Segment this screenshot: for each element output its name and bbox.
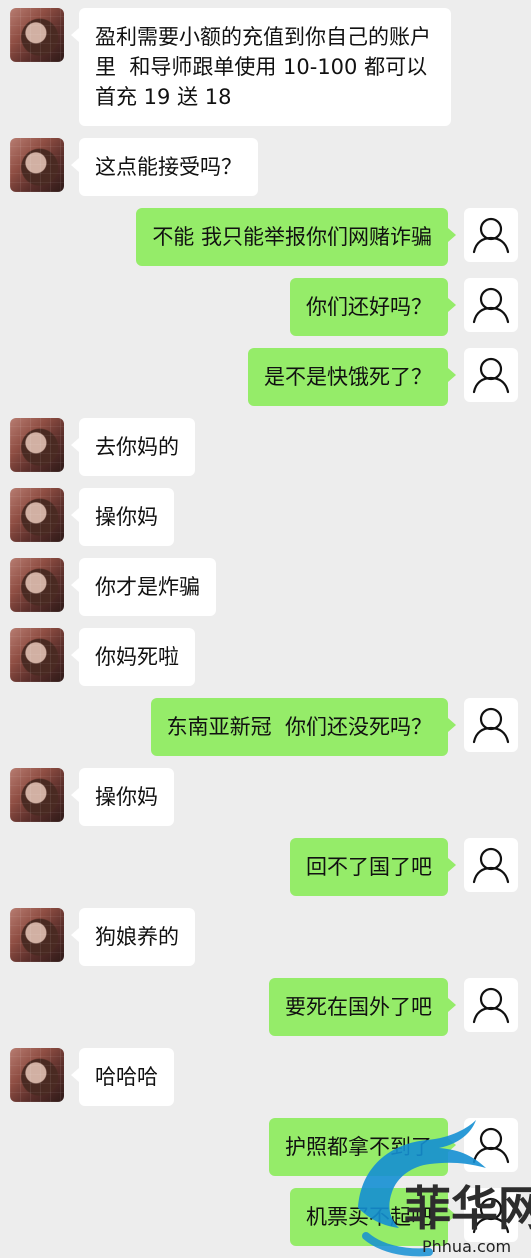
contact-avatar[interactable] — [10, 628, 64, 682]
outgoing-message-bubble[interactable]: 东南亚新冠 你们还没死吗？ — [150, 698, 457, 756]
user-avatar[interactable] — [464, 278, 518, 332]
default-user-icon — [472, 217, 510, 254]
outgoing-message-bubble[interactable]: 你们还好吗？ — [290, 278, 456, 336]
incoming-message-bubble[interactable]: 你妈死啦 — [71, 628, 195, 686]
outgoing-message-bubble[interactable]: 是不是快饿死了？ — [248, 348, 456, 406]
outgoing-message-bubble[interactable]: 回不了国了吧 — [290, 838, 456, 896]
incoming-message-bubble[interactable]: 操你妈 — [71, 488, 174, 546]
outgoing-message-bubble[interactable]: 护照都拿不到了 — [269, 1118, 456, 1176]
default-user-icon — [472, 707, 510, 744]
contact-avatar[interactable] — [10, 768, 64, 822]
default-user-icon — [472, 1127, 510, 1164]
incoming-message-bubble[interactable]: 这点能接受吗？ — [71, 138, 258, 196]
contact-avatar[interactable] — [10, 1048, 64, 1102]
user-avatar[interactable] — [464, 838, 518, 892]
default-user-icon — [472, 287, 510, 324]
default-user-icon — [472, 847, 510, 884]
contact-avatar[interactable] — [10, 908, 64, 962]
chat-area[interactable]: 盈利需要小额的充值到你自己的账户里 和导师跟单使用 10-100 都可以 首充 … — [0, 0, 531, 1258]
incoming-message-bubble[interactable]: 哈哈哈 — [71, 1048, 174, 1106]
contact-avatar[interactable] — [10, 558, 64, 612]
incoming-message-bubble[interactable]: 盈利需要小额的充值到你自己的账户里 和导师跟单使用 10-100 都可以 首充 … — [71, 8, 451, 126]
user-avatar[interactable] — [464, 978, 518, 1032]
default-user-icon — [472, 987, 510, 1024]
outgoing-message-bubble[interactable]: 机票买不起吧 — [290, 1188, 456, 1246]
user-avatar[interactable] — [464, 698, 518, 752]
default-user-icon — [472, 357, 510, 394]
contact-avatar[interactable] — [10, 418, 64, 472]
default-user-icon — [472, 1197, 510, 1234]
contact-avatar[interactable] — [10, 138, 64, 192]
contact-avatar[interactable] — [10, 8, 64, 62]
user-avatar[interactable] — [464, 208, 518, 262]
incoming-message-bubble[interactable]: 你才是炸骗 — [71, 558, 216, 616]
incoming-message-bubble[interactable]: 去你妈的 — [71, 418, 195, 476]
user-avatar[interactable] — [464, 1118, 518, 1172]
user-avatar[interactable] — [464, 1188, 518, 1242]
user-avatar[interactable] — [464, 348, 518, 402]
incoming-message-bubble[interactable]: 狗娘养的 — [71, 908, 195, 966]
outgoing-message-bubble[interactable]: 要死在国外了吧 — [269, 978, 456, 1036]
contact-avatar[interactable] — [10, 488, 64, 542]
outgoing-message-bubble[interactable]: 不能 我只能举报你们网赌诈骗 — [136, 208, 456, 266]
incoming-message-bubble[interactable]: 操你妈 — [71, 768, 174, 826]
